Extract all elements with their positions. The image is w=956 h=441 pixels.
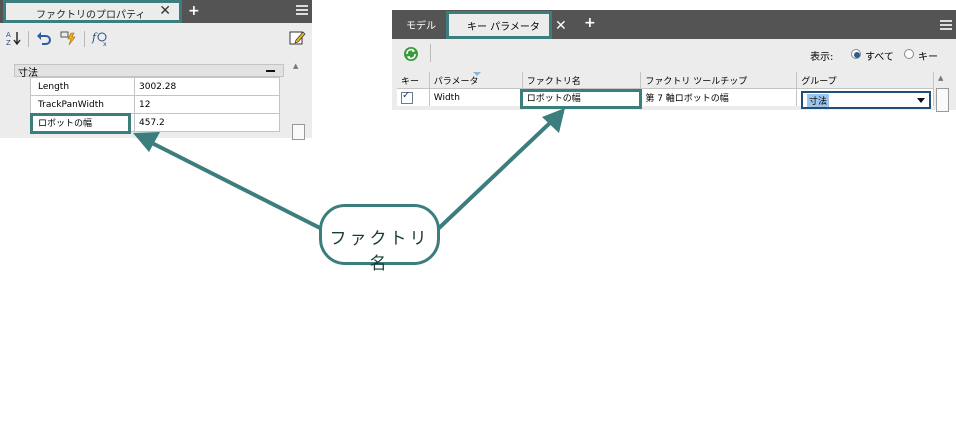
svg-text:f: f — [91, 31, 98, 44]
properties-toolbar: AZ fx — [0, 23, 312, 57]
column-header-key[interactable]: キー — [397, 72, 430, 89]
scroll-thumb[interactable] — [292, 124, 305, 140]
properties-scrollbar[interactable]: ▲ — [290, 60, 305, 140]
svg-text:A: A — [6, 31, 11, 39]
section-header-dimensions[interactable]: 寸法 — [14, 64, 284, 79]
key-checkbox-cell[interactable] — [397, 88, 430, 106]
callout-bubble: ファクトリ名 — [319, 204, 440, 274]
key-checkbox[interactable] — [401, 90, 413, 104]
property-row: Length 3002.28 — [30, 77, 280, 96]
menu-icon[interactable] — [940, 20, 952, 31]
tab-model[interactable]: モデル — [406, 17, 436, 32]
close-icon[interactable]: ✕ — [555, 18, 567, 34]
grid-scrollbar[interactable]: ▲ — [935, 72, 949, 112]
sort-arrow-icon — [473, 72, 481, 76]
radio-show-key-label[interactable]: キー — [918, 48, 938, 63]
menu-icon[interactable] — [296, 5, 308, 16]
svg-text:Z: Z — [6, 39, 11, 47]
chevron-down-icon[interactable] — [917, 98, 925, 103]
factory-tooltip-cell[interactable]: 第 7 軸ロボットの幅 — [640, 88, 798, 106]
group-dropdown-value: 寸法 — [807, 94, 830, 107]
callout-arrow-left — [149, 140, 323, 231]
property-value[interactable]: 12 — [134, 95, 280, 114]
radio-show-all-label[interactable]: すべて — [865, 48, 894, 63]
property-value[interactable]: 3002.28 — [134, 77, 280, 96]
property-row: TrackPanWidth 12 — [30, 95, 280, 114]
group-dropdown[interactable]: 寸法 — [801, 91, 931, 109]
column-header-factory-name[interactable]: ファクトリ名 — [522, 72, 642, 89]
edit-icon[interactable] — [287, 29, 307, 49]
radio-show-key[interactable] — [904, 49, 914, 59]
tab-label: キー パラメータ — [467, 22, 540, 33]
scroll-thumb[interactable] — [936, 88, 949, 112]
callout-label: ファクトリ名 — [329, 229, 430, 274]
factory-name-cell-highlight-box — [520, 89, 642, 109]
column-header-group[interactable]: グループ — [796, 72, 934, 89]
property-name: Length — [30, 77, 135, 96]
close-icon[interactable]: ✕ — [159, 3, 171, 19]
lightning-link-icon[interactable] — [59, 29, 79, 49]
tab-key-parameters[interactable]: キー パラメータ — [446, 11, 552, 39]
tab-label: ファクトリのプロパティ — [36, 10, 146, 21]
svg-text:x: x — [103, 41, 107, 47]
refresh-icon[interactable] — [403, 46, 419, 62]
toolbar-separator — [430, 44, 431, 62]
tab-factory-properties[interactable]: ファクトリのプロパティ ✕ — [3, 0, 182, 23]
property-value[interactable]: 457.2 — [134, 113, 280, 132]
function-icon[interactable]: fx — [90, 29, 110, 49]
radio-show-all[interactable] — [851, 49, 861, 59]
undo-icon[interactable] — [34, 29, 54, 49]
property-name: TrackPanWidth — [30, 95, 135, 114]
callout-arrow-right — [436, 118, 555, 231]
add-tab-button[interactable]: + — [188, 3, 200, 19]
column-header-factory-tooltip[interactable]: ファクトリ ツールチップ — [640, 72, 798, 89]
arrowhead-right-icon — [542, 108, 565, 133]
display-label: 表示: — [810, 52, 834, 63]
scroll-up-icon[interactable]: ▲ — [938, 74, 943, 82]
collapse-icon[interactable] — [266, 70, 275, 72]
scroll-up-icon[interactable]: ▲ — [293, 62, 298, 70]
factory-name-highlight-box — [30, 113, 131, 134]
sort-az-icon[interactable]: AZ — [4, 29, 24, 49]
parameter-cell: Width — [429, 88, 523, 106]
add-tab-button[interactable]: + — [584, 15, 596, 31]
